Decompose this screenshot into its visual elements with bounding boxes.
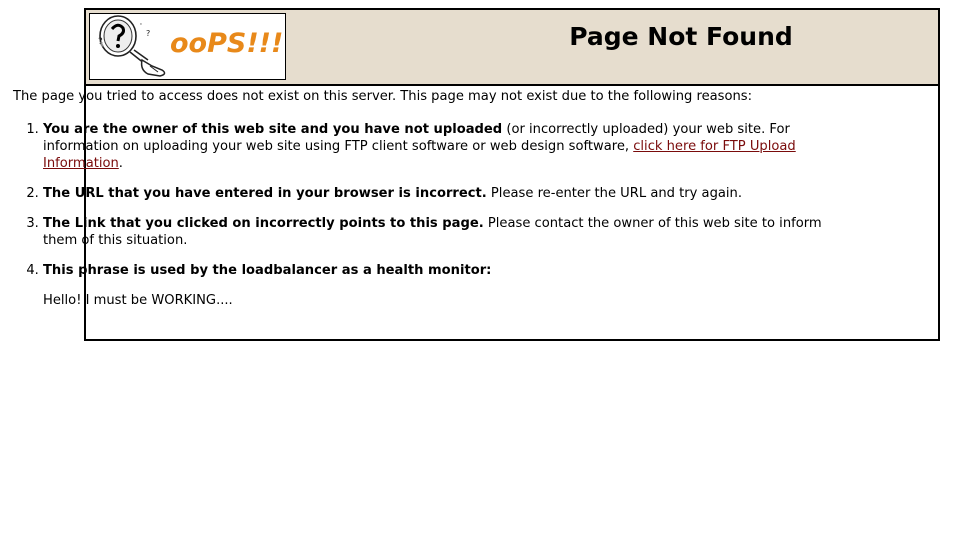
svg-text:?: ?: [146, 29, 150, 38]
reason-item: This phrase is used by the loadbalancer …: [43, 262, 843, 309]
logo: ? ? ' ooPS!!!: [89, 13, 286, 80]
reason-bold: The URL that you have entered in your br…: [43, 186, 487, 201]
logo-text: ooPS!!!: [170, 28, 283, 59]
health-monitor-text: Hello! I must be WORKING....: [43, 293, 233, 308]
page-title: Page Not Found: [569, 22, 793, 51]
reasons-list: You are the owner of this web site and y…: [13, 121, 843, 309]
reason-bold: This phrase is used by the loadbalancer …: [43, 263, 492, 278]
reason-text: Please re-enter the URL and try again.: [486, 186, 743, 201]
svg-text:': ': [140, 22, 142, 30]
svg-text:?: ?: [98, 37, 103, 47]
main-content: The page you tried to access does not ex…: [13, 88, 843, 322]
header-bar: ? ? ' ooPS!!! Page Not Found: [86, 10, 938, 86]
reason-item: The URL that you have entered in your br…: [43, 185, 843, 202]
reason-after: .: [118, 156, 123, 171]
reason-bold: You are the owner of this web site and y…: [43, 122, 503, 137]
confused-face-icon: ? ? ' ooPS!!!: [98, 15, 283, 77]
reason-bold: The Link that you clicked on incorrectly…: [43, 216, 484, 231]
reason-item: You are the owner of this web site and y…: [43, 121, 843, 172]
intro-text: The page you tried to access does not ex…: [13, 89, 753, 104]
reason-item: The Link that you clicked on incorrectly…: [43, 215, 843, 249]
